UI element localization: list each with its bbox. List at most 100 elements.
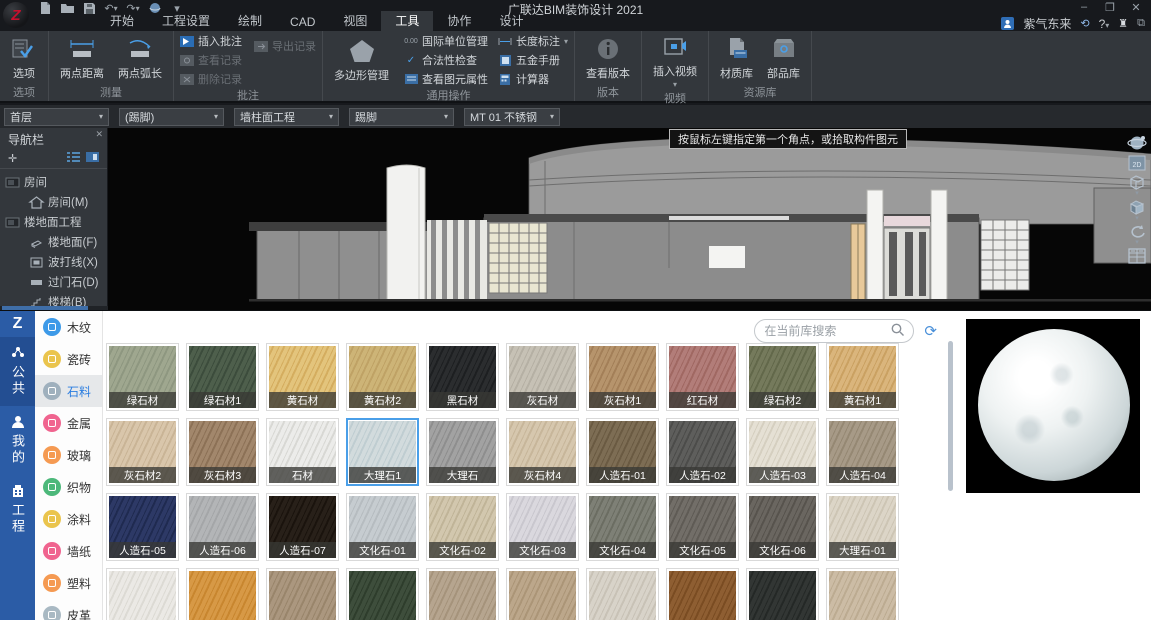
material-tile-文化石-04[interactable]: 文化石-04: [586, 493, 659, 561]
material-tile-人造石-03[interactable]: 人造石-03: [746, 418, 819, 486]
material-tile-文化石-01[interactable]: 文化石-01: [346, 493, 419, 561]
material-tile-大理石1[interactable]: 大理石1: [346, 418, 419, 486]
2d-view-icon[interactable]: 2D: [1126, 154, 1148, 172]
material-tile-大理石[interactable]: 大理石: [426, 418, 499, 486]
category-9[interactable]: 皮革: [35, 599, 102, 620]
calculator-button[interactable]: 计算器: [498, 71, 568, 87]
material-tile-人造石-07[interactable]: 人造石-07: [266, 493, 339, 561]
material-library-button[interactable]: 材质库: [715, 35, 758, 82]
material-tile-文化石-05[interactable]: 文化石-05: [666, 493, 739, 561]
material-tile-人造石-06[interactable]: 人造石-06: [186, 493, 259, 561]
nav-item[interactable]: 过门石(D): [0, 272, 107, 292]
trade-select[interactable]: 墙柱面工程▾: [234, 108, 339, 126]
material-tile-黄石材1[interactable]: 黄石材1: [826, 343, 899, 411]
menu-tab-3[interactable]: CAD: [276, 14, 329, 31]
validity-check-button[interactable]: ✓ 合法性检查: [404, 52, 488, 68]
two-point-arc-button[interactable]: 两点弧长: [113, 35, 167, 82]
view-record-button[interactable]: 查看记录: [180, 52, 242, 68]
export-record-button[interactable]: 导出记录: [254, 38, 316, 54]
workspace-tab-0[interactable]: 公共: [0, 337, 35, 406]
material-tile-人造石-01[interactable]: 人造石-01: [586, 418, 659, 486]
material-tile[interactable]: [266, 568, 339, 620]
menu-tab-6[interactable]: 协作: [433, 11, 485, 31]
material-tile[interactable]: [506, 568, 579, 620]
material-tile-绿石材2[interactable]: 绿石材2: [746, 343, 819, 411]
nav-panel-view-icon[interactable]: [86, 152, 99, 165]
menu-tab-0[interactable]: 开始: [96, 11, 148, 31]
workspace-tab-1[interactable]: 我的: [0, 406, 35, 475]
material-tile-人造石-02[interactable]: 人造石-02: [666, 418, 739, 486]
material-tile-石材[interactable]: 石材: [266, 418, 339, 486]
viewport-3d[interactable]: 按鼠标左键指定第一个角点，或拾取构件图元 2D ▾ ▾ ▾: [109, 128, 1151, 310]
menu-tab-5[interactable]: 工具: [381, 11, 433, 31]
nav-item[interactable]: 波打线(X): [0, 252, 107, 272]
navigator-close-icon[interactable]: ✕: [95, 129, 103, 140]
material-tile-人造石-05[interactable]: 人造石-05: [106, 493, 179, 561]
avatar[interactable]: [1001, 17, 1014, 30]
material-tile-黄石材[interactable]: 黄石材: [266, 343, 339, 411]
polygon-manager-button[interactable]: 多边形管理: [329, 37, 394, 84]
material-tile[interactable]: [666, 568, 739, 620]
category-3[interactable]: 金属: [35, 407, 102, 439]
type-select[interactable]: 踢脚▾: [349, 108, 454, 126]
material-tile-大理石-01[interactable]: 大理石-01: [826, 493, 899, 561]
material-tile[interactable]: [426, 568, 499, 620]
category-2[interactable]: 石料: [35, 375, 102, 407]
material-tile-文化石-03[interactable]: 文化石-03: [506, 493, 579, 561]
length-dimension-button[interactable]: 长度标注▾: [498, 33, 568, 49]
theme-icon[interactable]: ♜: [1118, 17, 1128, 30]
menu-tab-1[interactable]: 工程设置: [148, 11, 224, 31]
search-box[interactable]: [754, 319, 914, 343]
component-library-button[interactable]: 部品库: [762, 35, 805, 82]
schedule-table-icon[interactable]: [1126, 248, 1148, 264]
material-tile-绿石材1[interactable]: 绿石材1: [186, 343, 259, 411]
nav-pin-icon[interactable]: ✛: [8, 152, 17, 165]
material-tile-人造石-04[interactable]: 人造石-04: [826, 418, 899, 486]
minimize-button[interactable]: –: [1073, 0, 1095, 14]
material-tile[interactable]: [106, 568, 179, 620]
delete-record-button[interactable]: 删除记录: [180, 71, 242, 87]
shaded-view-icon[interactable]: ▾: [1126, 199, 1148, 222]
category-5[interactable]: 织物: [35, 471, 102, 503]
restore-button[interactable]: ❐: [1099, 0, 1121, 14]
sync-icon[interactable]: ⟲: [1080, 17, 1089, 30]
material-tile[interactable]: [346, 568, 419, 620]
element-select[interactable]: (踢脚)▾: [119, 108, 224, 126]
help-icon[interactable]: ?▾: [1099, 17, 1110, 31]
material-tile-文化石-02[interactable]: 文化石-02: [426, 493, 499, 561]
category-0[interactable]: 木纹: [35, 311, 102, 343]
material-tile-灰石材4[interactable]: 灰石材4: [506, 418, 579, 486]
material-tile-红石材[interactable]: 红石材: [666, 343, 739, 411]
material-tile-灰石材2[interactable]: 灰石材2: [106, 418, 179, 486]
two-point-distance-button[interactable]: 两点距离: [55, 35, 109, 82]
view-version-button[interactable]: 查看版本: [581, 35, 635, 82]
panel-toggle-icon[interactable]: ⧉: [1137, 17, 1145, 30]
material-select[interactable]: MT 01 不锈钢▾: [464, 108, 560, 126]
category-4[interactable]: 玻璃: [35, 439, 102, 471]
material-tile[interactable]: [186, 568, 259, 620]
nav-group-0[interactable]: 房间: [0, 172, 107, 192]
insert-video-button[interactable]: 插入视频 ▾: [648, 33, 702, 90]
material-tile-黄石材2[interactable]: 黄石材2: [346, 343, 419, 411]
international-units-button[interactable]: 0.00 国际单位管理: [404, 33, 488, 49]
material-tile[interactable]: [826, 568, 899, 620]
material-tile-灰石材[interactable]: 灰石材: [506, 343, 579, 411]
search-input[interactable]: [764, 324, 885, 338]
category-6[interactable]: 涂料: [35, 503, 102, 535]
options-button[interactable]: 选项: [6, 35, 42, 82]
menu-tab-7[interactable]: 设计: [485, 11, 537, 31]
category-8[interactable]: 塑料: [35, 567, 102, 599]
material-tile-灰石材1[interactable]: 灰石材1: [586, 343, 659, 411]
view-element-properties-button[interactable]: 查看图元属性: [404, 71, 488, 87]
menu-tab-2[interactable]: 绘制: [224, 11, 276, 31]
grid-vscrollbar[interactable]: [948, 341, 953, 613]
material-tile-黑石材[interactable]: 黑石材: [426, 343, 499, 411]
wireframe-view-icon[interactable]: ▾: [1126, 174, 1148, 197]
hardware-manual-button[interactable]: 五金手册: [498, 52, 568, 68]
search-icon[interactable]: [891, 323, 904, 339]
rotate-view-icon[interactable]: ▾: [1126, 224, 1148, 246]
close-button[interactable]: ✕: [1125, 0, 1147, 14]
category-7[interactable]: 墙纸: [35, 535, 102, 567]
app-logo-icon[interactable]: Z: [3, 2, 29, 28]
user-name[interactable]: 紫气东来: [1023, 15, 1071, 32]
